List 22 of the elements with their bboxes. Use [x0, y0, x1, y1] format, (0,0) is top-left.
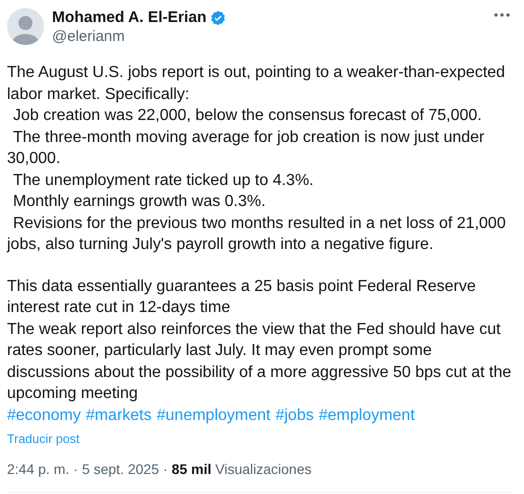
view-count: 85 mil Visualizaciones: [172, 460, 312, 478]
post-text: Revisions for the previous two months resulted in a net loss of 21,000 jobs, also turning July's payroll growth into a negative figure.: [7, 214, 507, 255]
separator: ·: [163, 460, 168, 478]
avatar[interactable]: [7, 8, 44, 45]
post-text: This data essentially guarantees a 25 basis point Federal Reserve interest rate cut in 12-days time: [7, 276, 477, 318]
author-handle[interactable]: @elerianm: [52, 27, 482, 46]
post-time[interactable]: 2:44 p. m.: [7, 458, 70, 480]
post-text: Job creation was 22,000, below the consensus forecast of 75,000.: [12, 106, 483, 126]
post-text: The three-month moving average for job creation is now just under 30,000.: [7, 128, 486, 169]
hashtag-link[interactable]: #markets: [86, 404, 152, 426]
hashtag-link[interactable]: #economy: [7, 404, 81, 426]
post-text: The unemployment rate ticked up to 4.3%.: [12, 170, 315, 190]
post-text: Monthly earnings growth was 0.3%.: [12, 192, 267, 212]
translate-link[interactable]: Traducir post: [7, 428, 80, 448]
hashtag-link[interactable]: #employment: [318, 404, 415, 426]
separator: ·: [73, 460, 78, 478]
post-date[interactable]: 5 sept. 2025: [82, 458, 159, 480]
hashtag-link[interactable]: #jobs: [275, 404, 314, 426]
hashtag-link[interactable]: #unemployment: [156, 404, 270, 426]
post-text: The weak report also reinforces the view that the Fed should have cut rates sooner, particularly last July. It may even prompt some discussions about the possibility of a more aggressive 50 bps cut at the upcoming meeting: [7, 320, 512, 404]
post-text: The August U.S. jobs report is out, pointing to a weaker-than-expected labor market. Specifically:: [7, 63, 506, 104]
author-name[interactable]: Mohamed A. El-Erian: [52, 8, 206, 27]
